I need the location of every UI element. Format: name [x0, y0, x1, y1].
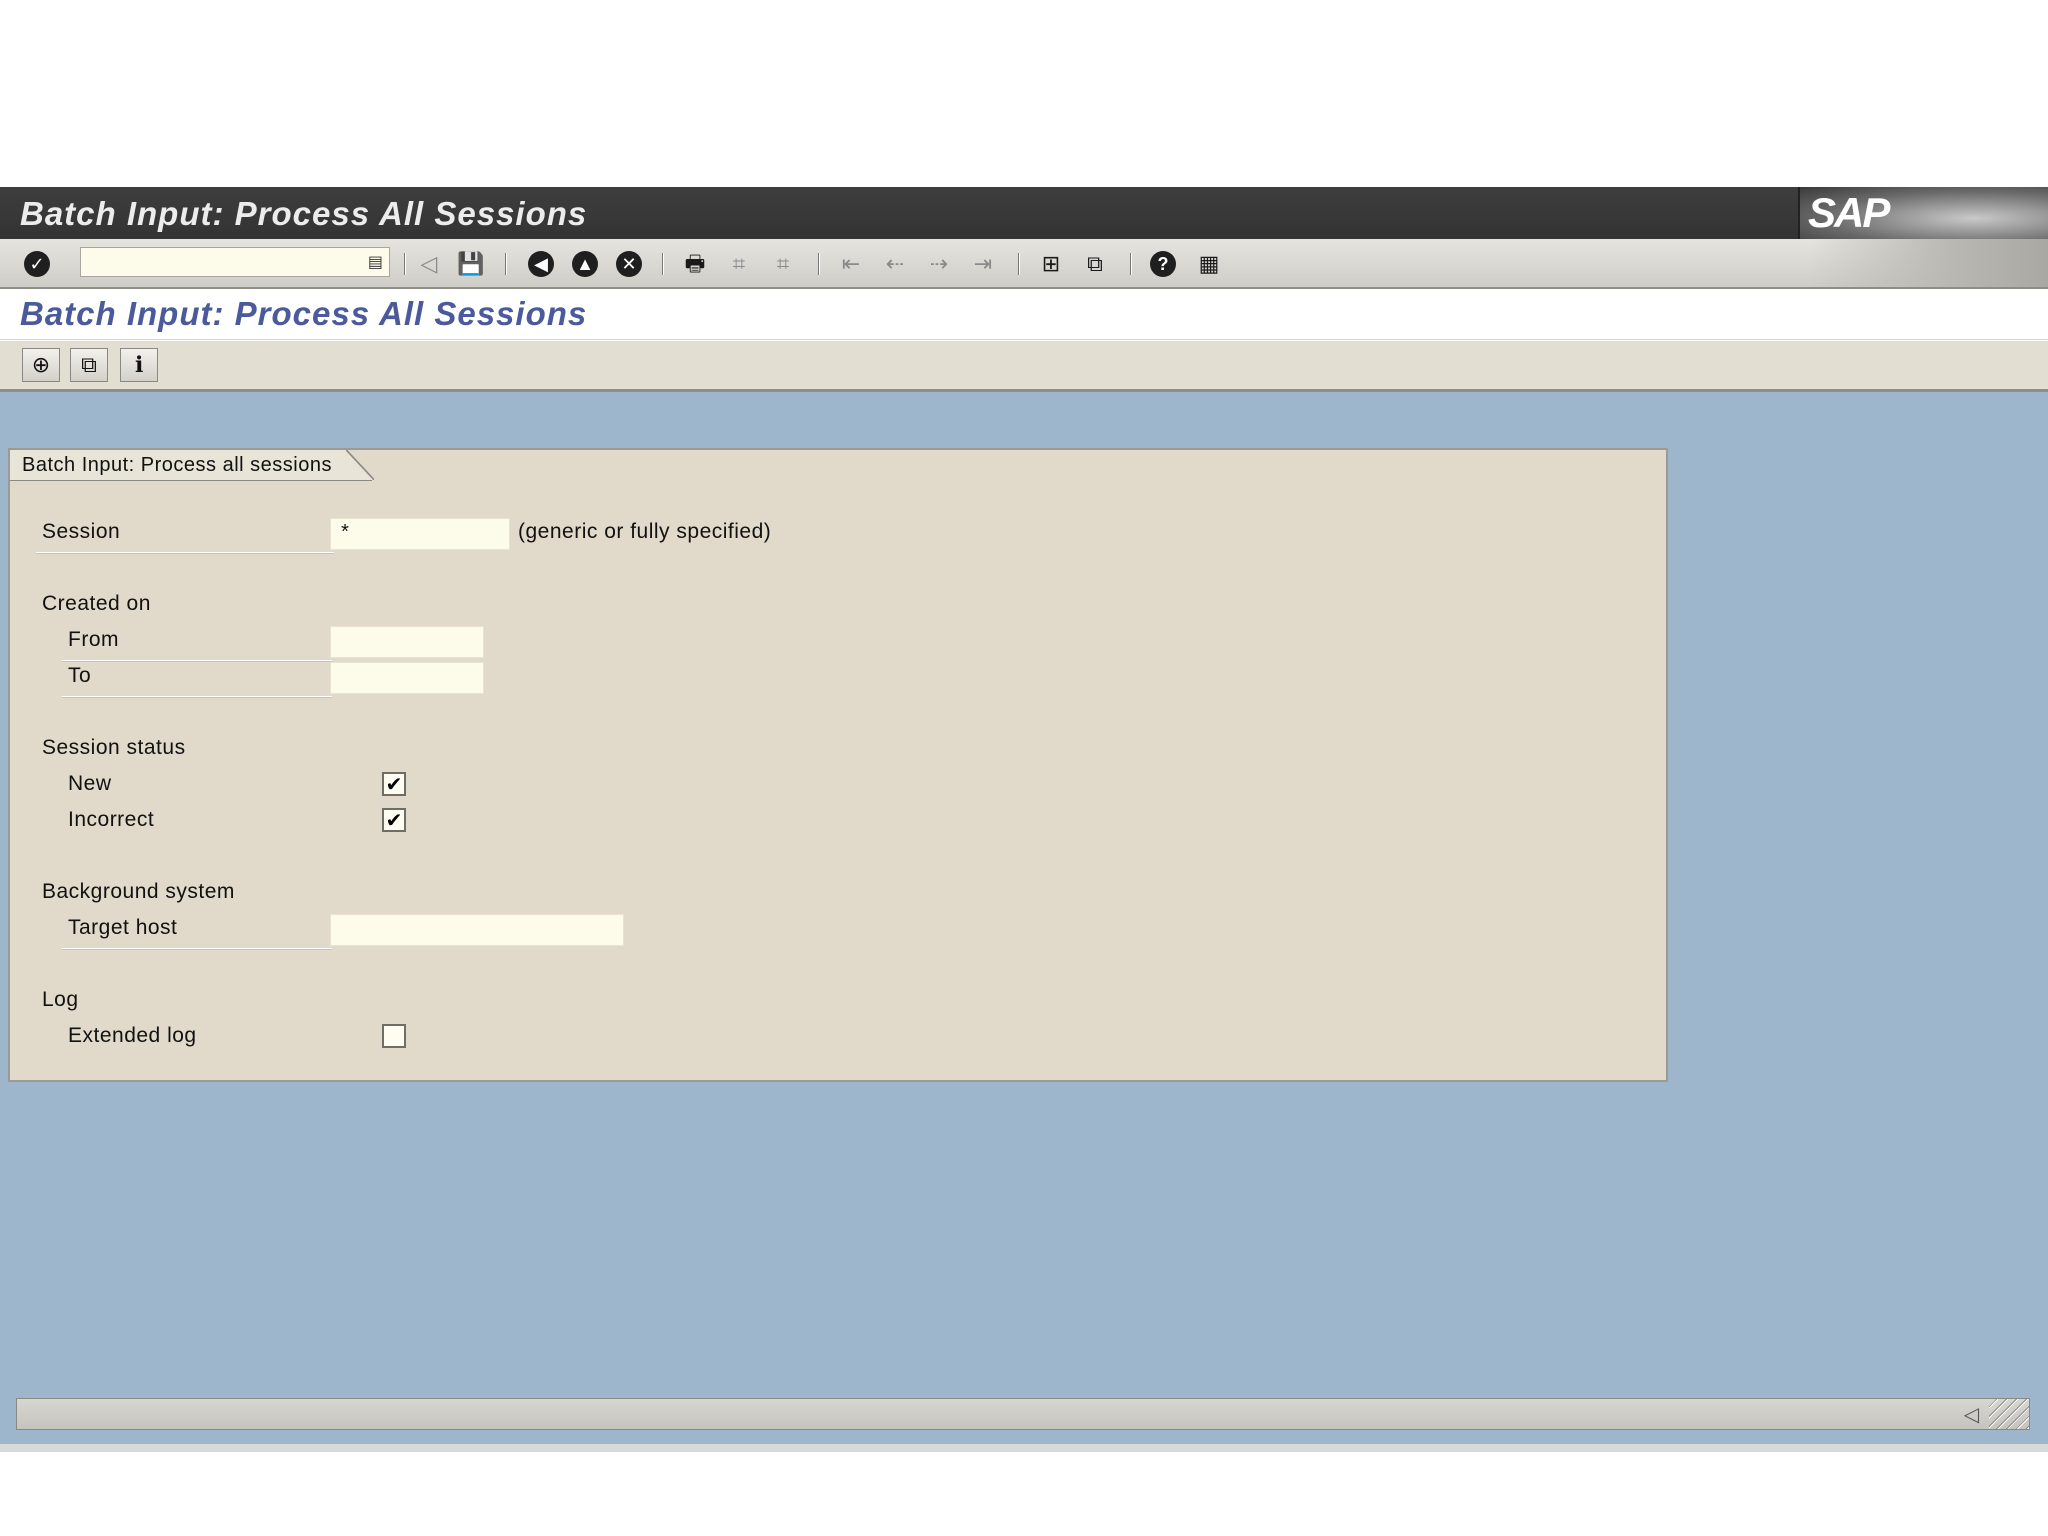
layout-menu-icon[interactable]: ▦ [1194, 249, 1224, 279]
find-next-icon[interactable]: ⌗ [768, 249, 798, 279]
new-checkbox[interactable]: ✔ [382, 772, 406, 796]
toolbar-fade [1808, 239, 2048, 287]
new-label: New [68, 772, 112, 795]
variants-button[interactable]: ⧉ [70, 348, 108, 382]
from-label: From [68, 628, 119, 651]
resize-grip-icon[interactable] [1989, 1399, 2029, 1429]
enter-icon[interactable]: ✓ [22, 249, 52, 279]
execute-icon: ⊕ [31, 352, 51, 377]
from-date-input[interactable] [330, 626, 484, 658]
back-icon[interactable]: ◁ [414, 249, 444, 279]
screen-title-bar: Batch Input: Process All Sessions [0, 289, 2048, 340]
screen-title: Batch Input: Process All Sessions [20, 295, 588, 332]
session-status-label: Session status [42, 736, 186, 759]
created-on-label: Created on [42, 592, 151, 615]
first-page-icon[interactable]: ⇤ [836, 249, 866, 279]
create-session-icon[interactable]: ⊞ [1036, 249, 1066, 279]
info-icon: ℹ [134, 352, 144, 377]
title-bar: Batch Input: Process All Sessions SAP [0, 187, 2048, 239]
bottom-border [0, 1444, 2048, 1452]
command-field[interactable]: ▤ [80, 247, 390, 277]
to-label: To [68, 664, 92, 687]
info-button[interactable]: ℹ [120, 348, 158, 382]
target-host-input[interactable] [330, 914, 624, 946]
help-icon[interactable]: ? [1148, 249, 1178, 279]
cancel-icon[interactable]: ✕ [614, 249, 644, 279]
command-dropdown-icon[interactable]: ▤ [368, 252, 383, 272]
application-toolbar: ⊕ ⧉ ℹ [0, 341, 2048, 392]
sap-logo: SAP [1798, 187, 2048, 239]
session-label: Session [42, 520, 121, 543]
extended-log-label: Extended log [68, 1024, 197, 1047]
find-icon[interactable]: ⌗ [724, 249, 754, 279]
system-toolbar: ✓ ▤ ◁ 💾 ◀ ▲ ✕ 🖶 ⌗ ⌗ ⇤ ⇠ ⇢ ⇥ ⊞ ⧉ ? ▦ [0, 239, 2048, 289]
selection-group-box: Batch Input: Process all sessions Sessio… [8, 448, 1668, 1082]
extended-log-checkbox[interactable] [382, 1024, 406, 1048]
shortcut-icon[interactable]: ⧉ [1080, 249, 1110, 279]
save-icon[interactable]: 💾 [456, 249, 486, 279]
group-title-text: Batch Input: Process all sessions [22, 454, 332, 476]
status-bar: ◁ [16, 1398, 2030, 1430]
variants-icon: ⧉ [81, 352, 97, 377]
exit-icon[interactable]: ▲ [570, 249, 600, 279]
session-input[interactable]: * [330, 518, 510, 550]
execute-button[interactable]: ⊕ [22, 348, 60, 382]
session-hint: (generic or fully specified) [518, 520, 772, 543]
next-page-icon[interactable]: ⇢ [924, 249, 954, 279]
incorrect-label: Incorrect [68, 808, 155, 831]
main-content: Batch Input: Process all sessions Sessio… [0, 392, 2048, 1444]
sap-logo-text: SAP [1808, 189, 1890, 236]
last-page-icon[interactable]: ⇥ [968, 249, 998, 279]
back-nav-icon[interactable]: ◀ [526, 249, 556, 279]
background-system-label: Background system [42, 880, 235, 903]
status-expand-icon[interactable]: ◁ [1964, 1402, 1979, 1427]
target-host-label: Target host [68, 916, 178, 939]
print-icon[interactable]: 🖶 [680, 249, 710, 279]
window-title: Batch Input: Process All Sessions [20, 195, 588, 232]
incorrect-checkbox[interactable]: ✔ [382, 808, 406, 832]
to-date-input[interactable] [330, 662, 484, 694]
previous-page-icon[interactable]: ⇠ [880, 249, 910, 279]
log-label: Log [42, 988, 79, 1011]
group-box-title: Batch Input: Process all sessions [10, 450, 374, 481]
